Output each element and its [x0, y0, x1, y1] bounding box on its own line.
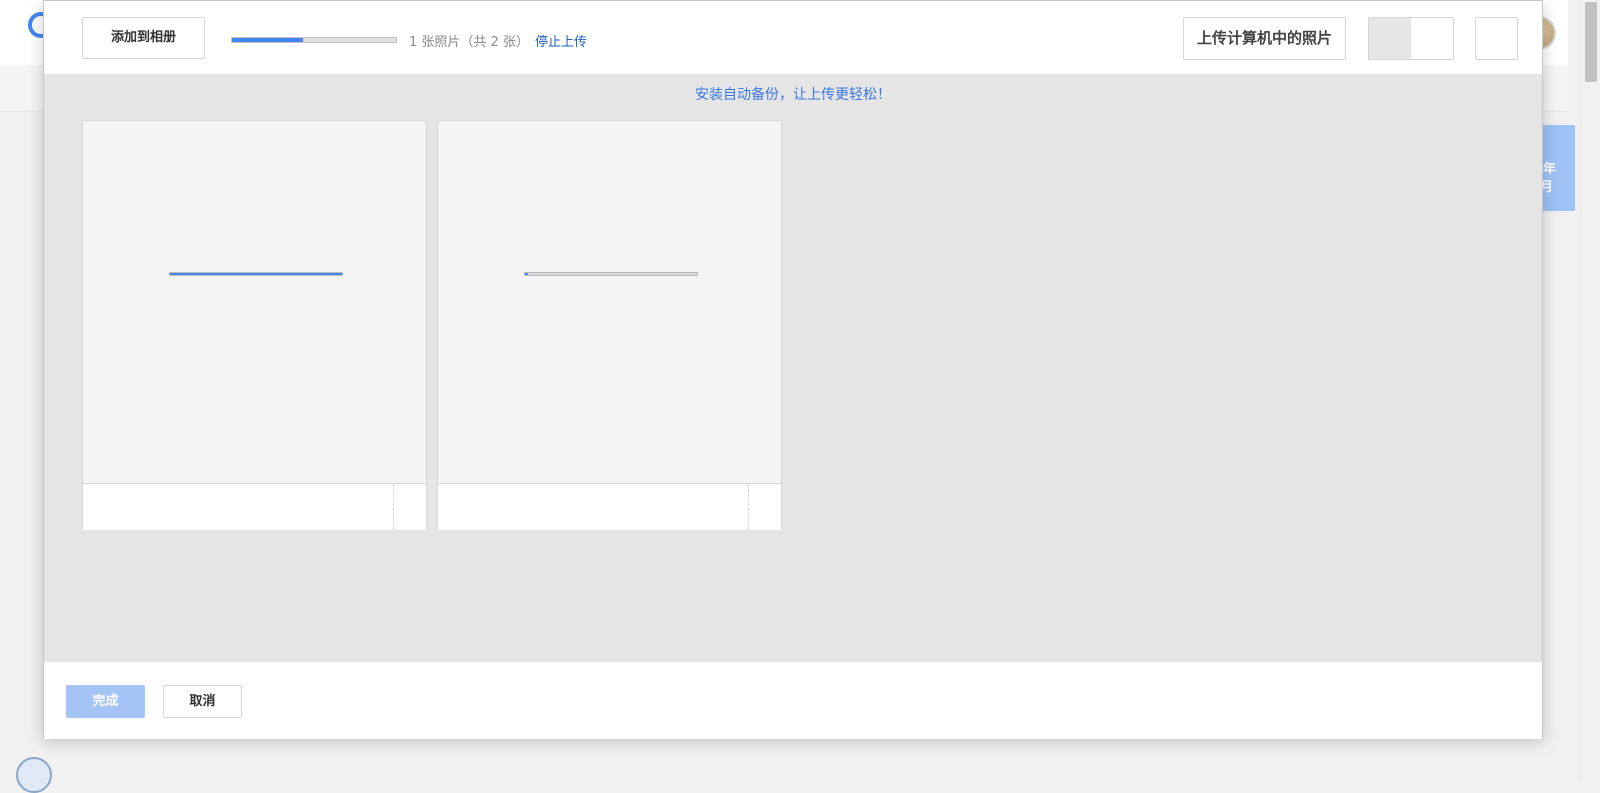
photo-card[interactable]	[437, 120, 782, 530]
dialog-body: 安装自动备份，让上传更轻松！	[44, 74, 1542, 662]
upload-from-computer-button[interactable]: 上传计算机中的照片	[1183, 17, 1346, 60]
done-button[interactable]: 完成	[66, 685, 145, 718]
dialog-header: 添加到相册 1 张照片（共 2 张） 停止上传 上传计算机中的照片	[44, 1, 1542, 74]
photo-card-footer	[438, 483, 781, 530]
upload-dialog: 添加到相册 1 张照片（共 2 张） 停止上传 上传计算机中的照片 安装自动备份…	[43, 0, 1543, 739]
add-to-album-button[interactable]: 添加到相册	[82, 17, 205, 59]
photo-upload-progress-fill	[525, 273, 529, 275]
page-scrollbar[interactable]	[1580, 0, 1600, 781]
cancel-button[interactable]: 取消	[163, 685, 242, 718]
upload-progress-text: 1 张照片（共 2 张）	[409, 35, 529, 50]
view-toggle-list[interactable]	[1411, 18, 1453, 59]
photo-upload-progress	[524, 272, 698, 276]
background-circle-icon[interactable]	[16, 757, 52, 793]
dialog-footer: 完成 取消	[44, 662, 1542, 739]
photo-card-action[interactable]	[394, 484, 427, 530]
auto-backup-banner[interactable]: 安装自动备份，让上传更轻松！	[44, 84, 1542, 104]
photo-upload-progress-fill	[170, 273, 342, 275]
photo-upload-progress	[169, 272, 343, 276]
view-toggle-grid[interactable]	[1369, 18, 1411, 59]
close-dialog-button[interactable]	[1475, 17, 1518, 60]
photo-card-footer	[83, 483, 426, 530]
upload-progress-bar	[231, 37, 397, 43]
photo-card-action[interactable]	[749, 484, 782, 530]
stop-upload-link[interactable]: 停止上传	[535, 31, 587, 50]
upload-progress-fill	[232, 38, 303, 42]
scrollbar-thumb[interactable]	[1585, 2, 1597, 82]
photo-card[interactable]	[82, 120, 427, 530]
view-toggle	[1368, 17, 1454, 60]
